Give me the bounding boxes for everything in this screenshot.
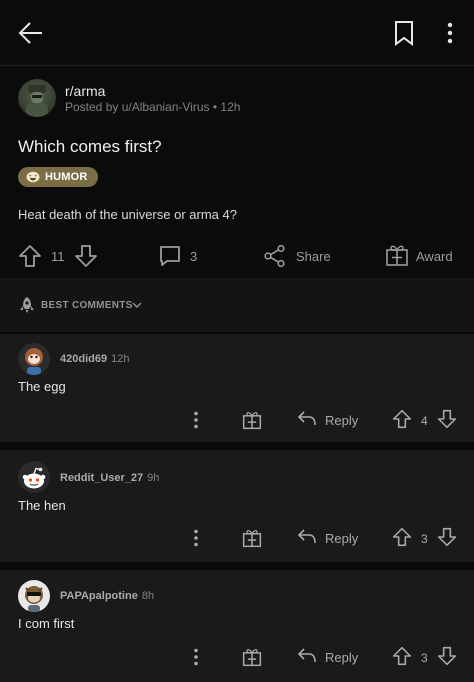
award-gift-icon[interactable] <box>385 243 409 267</box>
share-button[interactable]: Share <box>296 249 331 264</box>
flair-label: HUMOR <box>45 171 88 183</box>
award-gift-icon[interactable] <box>242 528 262 548</box>
comment-username[interactable]: 420did69 12h <box>60 353 129 365</box>
bookmark-icon[interactable] <box>394 20 414 46</box>
comment-time: 8h <box>141 590 155 602</box>
comment-score: 3 <box>421 532 428 546</box>
comment-time: 12h <box>111 353 130 365</box>
subreddit-name[interactable]: r/arma <box>65 83 105 99</box>
comment-text: The hen <box>18 498 66 513</box>
downvote-icon[interactable] <box>437 527 457 547</box>
award-gift-icon[interactable] <box>242 647 262 667</box>
downvote-icon[interactable] <box>437 409 457 429</box>
award-button[interactable]: Award <box>416 249 453 264</box>
reply-button[interactable]: Reply <box>325 413 358 428</box>
comment-divider <box>0 442 474 450</box>
sort-label[interactable]: BEST COMMENTS <box>41 300 133 311</box>
upvote-icon[interactable] <box>392 646 412 666</box>
post-body: Heat death of the universe or arma 4? <box>18 207 237 222</box>
post-comment-count: 3 <box>190 249 198 264</box>
subreddit-avatar[interactable] <box>18 79 56 117</box>
reply-arrow-icon[interactable] <box>297 528 317 546</box>
upvote-icon[interactable] <box>18 244 42 268</box>
flair-badge[interactable]: HUMOR <box>18 167 98 187</box>
comment-score: 4 <box>421 414 428 428</box>
laughing-face-icon <box>26 171 40 183</box>
user-avatar[interactable] <box>18 461 50 493</box>
reply-arrow-icon[interactable] <box>297 410 317 428</box>
comment-text: The egg <box>18 379 66 394</box>
posted-by-text: Posted by u/Albanian-Virus • 12h <box>65 100 241 114</box>
post-title: Which comes first? <box>18 137 162 156</box>
comment-bubble-icon[interactable] <box>158 244 182 268</box>
upvote-icon[interactable] <box>392 527 412 547</box>
award-gift-icon[interactable] <box>242 410 262 430</box>
reply-button[interactable]: Reply <box>325 531 358 546</box>
user-avatar[interactable] <box>18 580 50 612</box>
user-avatar[interactable] <box>18 343 50 375</box>
top-app-bar <box>0 0 474 66</box>
more-vertical-icon[interactable] <box>444 22 456 44</box>
more-vertical-icon[interactable] <box>190 648 202 666</box>
comment-score: 3 <box>421 651 428 665</box>
comment-divider <box>0 562 474 570</box>
post-vote-count: 11 <box>51 249 65 264</box>
downvote-icon[interactable] <box>437 646 457 666</box>
rocket-icon <box>18 296 36 314</box>
comment-time: 9h <box>147 472 160 484</box>
back-arrow-icon[interactable] <box>18 20 44 46</box>
share-icon[interactable] <box>263 244 287 268</box>
comment-username[interactable]: Reddit_User_27 9h <box>60 472 159 484</box>
comment-text: I com first <box>18 616 75 631</box>
more-vertical-icon[interactable] <box>190 529 202 547</box>
comment-username[interactable]: PAPApalpotine 8h <box>60 590 154 602</box>
reply-arrow-icon[interactable] <box>297 647 317 665</box>
downvote-icon[interactable] <box>74 244 98 268</box>
reply-button[interactable]: Reply <box>325 650 358 665</box>
upvote-icon[interactable] <box>392 409 412 429</box>
chevron-down-icon[interactable] <box>132 301 142 309</box>
more-vertical-icon[interactable] <box>190 411 202 429</box>
